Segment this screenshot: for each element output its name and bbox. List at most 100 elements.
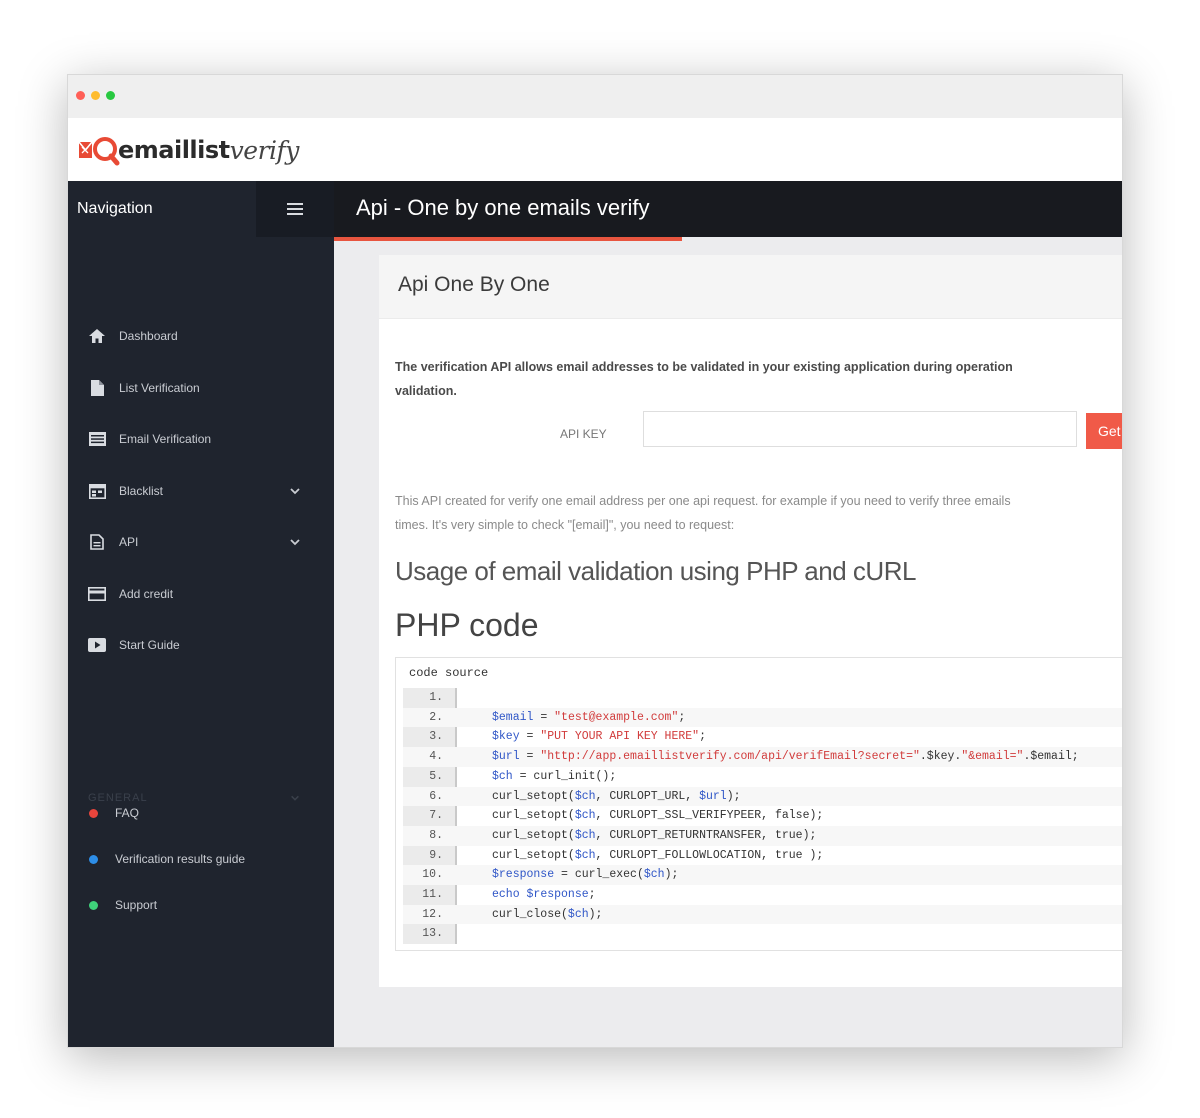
sidebar-header: Navigation — [68, 181, 334, 237]
code-token: curl_setopt( — [492, 809, 575, 823]
code-token: ; — [699, 730, 706, 744]
sidebar-item-label: Blacklist — [119, 484, 164, 498]
line-number: 1. — [429, 691, 443, 704]
intro-line: validation. — [395, 384, 457, 398]
php-code-heading: PHP code — [395, 607, 539, 643]
code-text: curl_setopt($ch, CURLOPT_RETURNTRANSFER,… — [492, 826, 816, 846]
line-number: 6. — [429, 789, 443, 803]
code-block[interactable]: code source 1. 2. $email = "test@example.c… — [395, 657, 1122, 951]
code-token: "&email=" — [961, 750, 1024, 764]
code-token: $response — [526, 888, 589, 901]
menu-toggle-button[interactable] — [256, 181, 334, 237]
maximize-window-button[interactable] — [106, 91, 115, 100]
code-line: 5. $ch = curl_init(); — [403, 767, 1122, 787]
status-dot — [89, 808, 98, 818]
code-line: 9. curl_setopt($ch, CURLOPT_FOLLOWLOCATIO… — [403, 846, 1122, 866]
code-token: "PUT YOUR API KEY HERE" — [540, 730, 700, 744]
code-text: $email = "test@example.com"; — [492, 708, 685, 728]
line-number: 9. — [429, 848, 443, 862]
sidebar-item-label: API — [119, 535, 139, 549]
code-text: curl_setopt($ch, CURLOPT_SSL_VERIFYPEER,… — [492, 806, 823, 826]
card-header: Api One By One — [379, 255, 1122, 319]
code-token: $ch — [574, 809, 596, 823]
code-text: curl_setopt($ch, CURLOPT_FOLLOWLOCATION,… — [492, 846, 823, 866]
code-token: .$email; — [1023, 750, 1079, 764]
code-token: $ch — [574, 828, 596, 842]
code-text: $response = curl_exec($ch); — [492, 865, 678, 885]
page-header: Api - One by one emails verify — [334, 181, 1122, 237]
file-icon — [88, 379, 106, 397]
code-token: ); — [726, 789, 741, 803]
header-accent-bar — [334, 237, 682, 241]
api-key-label: API KEY — [560, 427, 607, 441]
browser-window: emaillist verify Navigation Dashboard Li… — [67, 74, 1123, 1048]
code-token: ); — [588, 907, 603, 921]
sidebar-item-dashboard[interactable]: Dashboard — [68, 321, 334, 351]
code-token: $url — [492, 750, 520, 764]
code-token: .$key. — [919, 750, 962, 764]
logo[interactable]: emaillist verify — [78, 130, 299, 170]
code-line: 10. $response = curl_exec($ch); — [403, 865, 1122, 885]
home-icon — [88, 327, 106, 345]
code-token: ); — [664, 868, 679, 882]
code-token: , CURLOPT_RETURNTRANSFER, true); — [595, 828, 817, 842]
code-token: = — [519, 730, 541, 744]
minimize-window-button[interactable] — [91, 91, 100, 100]
sidebar-item-start-guide[interactable]: Start Guide — [68, 630, 334, 660]
brand-bar: emaillist verify — [68, 118, 1122, 181]
sidebar-item-list-verification[interactable]: List Verification — [68, 373, 334, 403]
intro-text: The verification API allows email addres… — [395, 355, 1122, 403]
code-token: , CURLOPT_SSL_VERIFYPEER, false); — [595, 809, 824, 823]
chevron-down-icon — [290, 539, 300, 546]
code-token: curl_setopt( — [492, 848, 575, 862]
calendar-icon — [88, 482, 106, 500]
status-dot — [89, 900, 98, 910]
sidebar-item-label: Dashboard — [119, 329, 178, 343]
description-text: This API created for verify one email ad… — [395, 489, 1122, 537]
code-token: curl_setopt( — [492, 828, 575, 842]
sidebar-link-support[interactable]: Support — [68, 893, 334, 917]
code-token: $response — [492, 868, 555, 882]
sidebar-item-email-verification[interactable]: Email Verification — [68, 424, 334, 454]
sidebar-link-label: FAQ — [115, 806, 140, 820]
sidebar-item-add-credit[interactable]: Add credit — [68, 579, 334, 609]
sidebar-item-api[interactable]: API — [68, 527, 334, 557]
code-line: 13. — [403, 924, 1122, 944]
sidebar-item-label: Email Verification — [119, 432, 212, 446]
logo-text-primary: emaillist — [118, 136, 230, 164]
code-line: 8. curl_setopt($ch, CURLOPT_RETURNTRANSFE… — [403, 825, 1122, 846]
code-line: 1. — [403, 688, 1122, 708]
close-window-button[interactable] — [76, 91, 85, 100]
get-api-key-button[interactable]: Get — [1086, 413, 1122, 449]
document-icon — [88, 533, 106, 551]
code-token: , CURLOPT_FOLLOWLOCATION, true ); — [595, 848, 824, 862]
usage-heading: Usage of email validation using PHP and … — [395, 556, 916, 586]
code-text: $key = "PUT YOUR API KEY HERE"; — [492, 727, 706, 747]
api-key-input[interactable] — [643, 411, 1077, 447]
sidebar-link-faq[interactable]: FAQ — [68, 801, 334, 825]
description-line: times. It's very simple to check "[email… — [395, 518, 735, 532]
line-number: 8. — [429, 828, 443, 842]
line-number: 10. — [422, 868, 443, 882]
sidebar-link-verification-results-guide[interactable]: Verification results guide — [68, 847, 334, 871]
hamburger-icon — [287, 203, 303, 215]
code-token: $email — [492, 710, 534, 724]
card-title: Api One By One — [398, 273, 550, 296]
code-text: $url = "http://app.emaillistverify.com/a… — [492, 747, 1079, 767]
intro-line: The verification API allows email addres… — [395, 360, 1013, 374]
code-token: "http://app.emaillistverify.com/api/veri… — [540, 750, 920, 764]
code-token: $url — [699, 789, 727, 803]
status-dot — [89, 854, 98, 864]
code-text: $ch = curl_init(); — [492, 767, 616, 787]
line-number: 5. — [429, 769, 443, 783]
line-number: 3. — [429, 730, 443, 744]
credit-card-icon — [88, 585, 106, 603]
line-number: 12. — [422, 907, 443, 921]
code-token: = curl_exec( — [554, 868, 644, 882]
line-number: 13. — [422, 927, 443, 941]
sidebar-title: Navigation — [77, 200, 153, 217]
code-token: $ch — [643, 868, 665, 882]
sidebar-item-blacklist[interactable]: Blacklist — [68, 476, 334, 506]
code-token: = curl_init(); — [512, 769, 617, 783]
code-token: echo — [492, 888, 527, 901]
